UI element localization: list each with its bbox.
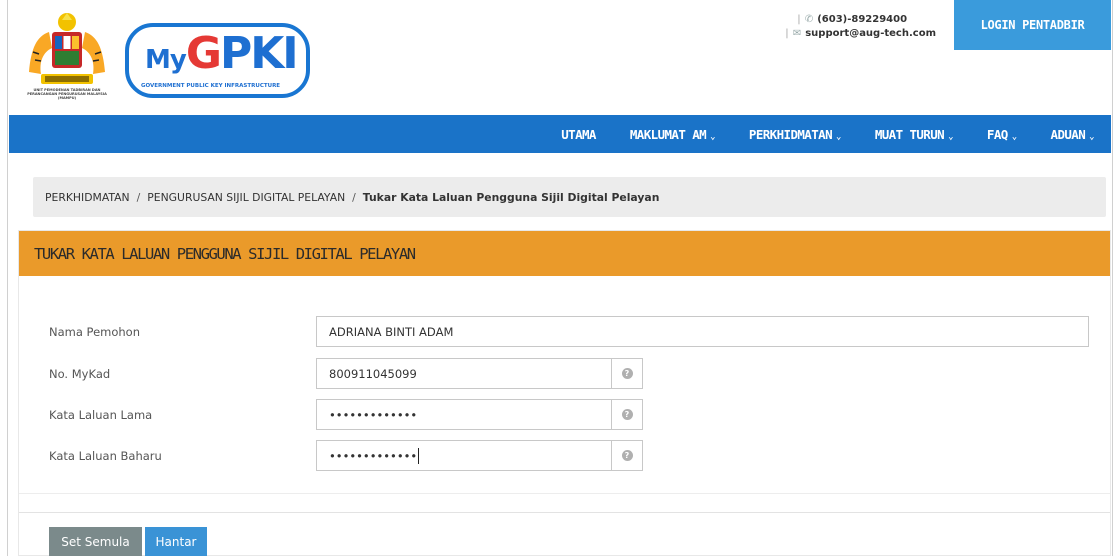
- breadcrumb-pengurusan[interactable]: PENGURUSAN SIJIL DIGITAL PELAYAN: [147, 191, 345, 204]
- site-header: UNIT PEMODENAN TADBIRAN DAN PERANCANGAN …: [9, 0, 1111, 115]
- panel-header: TUKAR KATA LALUAN PENGGUNA SIJIL DIGITAL…: [19, 231, 1110, 276]
- phone-icon: ✆: [804, 14, 814, 25]
- breadcrumb-perkhidmatan[interactable]: PERKHIDMATAN: [45, 191, 130, 204]
- nav-item-muat-turun[interactable]: MUAT TURUN ⌄: [858, 127, 970, 142]
- mykad-help-addon[interactable]: ?: [612, 358, 643, 389]
- chevron-down-icon: ⌄: [1011, 131, 1017, 142]
- submit-button[interactable]: Hantar: [145, 527, 207, 556]
- nav-item-utama[interactable]: UTAMA: [544, 127, 613, 142]
- phone-row: | ✆ (603)-89229400: [797, 14, 908, 25]
- chevron-down-icon: ⌄: [836, 131, 841, 142]
- name-field: ADRIANA BINTI ADAM: [316, 316, 1089, 347]
- panel-title: TUKAR KATA LALUAN PENGGUNA SIJIL DIGITAL…: [34, 244, 416, 263]
- breadcrumb-separator: /: [136, 190, 141, 204]
- mygpki-logo[interactable]: MyGPKI GOVERNMENT PUBLIC KEY INFRASTRUCT…: [125, 23, 310, 98]
- envelope-icon: ✉: [792, 28, 802, 39]
- chevron-down-icon: ⌄: [948, 131, 953, 142]
- form-row-new-password: Kata Laluan Baharu ••••••••••••• ?: [19, 440, 1110, 472]
- breadcrumb-separator: /: [352, 190, 356, 204]
- nav-item-maklumat-am[interactable]: MAKLUMAT AM ⌄: [613, 127, 732, 142]
- form-divider: [19, 493, 1110, 494]
- contact-info: | ✆ (603)-89229400 | ✉ support@aug-tech.…: [785, 13, 936, 41]
- email-address[interactable]: support@aug-tech.com: [805, 27, 936, 41]
- text-cursor: [418, 447, 420, 464]
- chevron-down-icon: ⌄: [710, 131, 715, 142]
- name-label: Nama Pemohon: [49, 325, 141, 339]
- nav-item-faq[interactable]: FAQ ⌄: [970, 127, 1034, 142]
- question-circle-icon: ?: [621, 409, 633, 420]
- form-row-name: Nama Pemohon ADRIANA BINTI ADAM: [19, 316, 1110, 348]
- old-password-help-addon[interactable]: ?: [612, 399, 643, 430]
- main-navigation: UTAMA MAKLUMAT AM ⌄ PERKHIDMATAN ⌄ MUAT TU…: [9, 115, 1111, 153]
- form-row-old-password: Kata Laluan Lama ••••••••••••• ?: [19, 399, 1110, 431]
- breadcrumb: PERKHIDMATAN / PENGURUSAN SIJIL DIGITAL …: [33, 177, 1106, 217]
- old-password-input[interactable]: •••••••••••••: [316, 399, 612, 430]
- breadcrumb-current: Tukar Kata Laluan Pengguna Sijil Digital…: [362, 190, 660, 204]
- new-password-help-addon[interactable]: ?: [612, 440, 643, 471]
- window-right-edge: [1112, 0, 1116, 556]
- question-circle-icon: ?: [621, 450, 633, 461]
- new-password-label: Kata Laluan Baharu: [49, 449, 162, 463]
- email-row: | ✉ support@aug-tech.com: [785, 27, 936, 41]
- mykad-label: No. MyKad: [49, 367, 111, 381]
- new-password-input[interactable]: •••••••••••••: [316, 440, 612, 471]
- form-row-mykad: No. MyKad 800911045099 ?: [19, 358, 1110, 390]
- crest-caption: UNIT PEMODENAN TADBIRAN DAN PERANCANGAN …: [27, 88, 107, 100]
- question-circle-icon: ?: [621, 368, 633, 379]
- reset-button[interactable]: Set Semula: [49, 527, 142, 556]
- chevron-down-icon: ⌄: [1089, 131, 1094, 142]
- old-password-label: Kata Laluan Lama: [49, 408, 153, 422]
- login-admin-button[interactable]: LOGIN PENTADBIR: [954, 0, 1111, 50]
- window-left-edge: [0, 0, 8, 556]
- mykad-field: 800911045099: [316, 358, 612, 389]
- nav-item-perkhidmatan[interactable]: PERKHIDMATAN ⌄: [732, 127, 858, 142]
- phone-number: (603)-89229400: [817, 14, 908, 25]
- nav-item-aduan[interactable]: ADUAN ⌄: [1034, 127, 1111, 142]
- logo-subtitle: GOVERNMENT PUBLIC KEY INFRASTRUCTURE: [141, 83, 281, 89]
- form-footer-divider: [19, 512, 1110, 513]
- logo-wordmark: MyGPKI: [145, 28, 299, 79]
- change-password-panel: TUKAR KATA LALUAN PENGGUNA SIJIL DIGITAL…: [18, 230, 1111, 556]
